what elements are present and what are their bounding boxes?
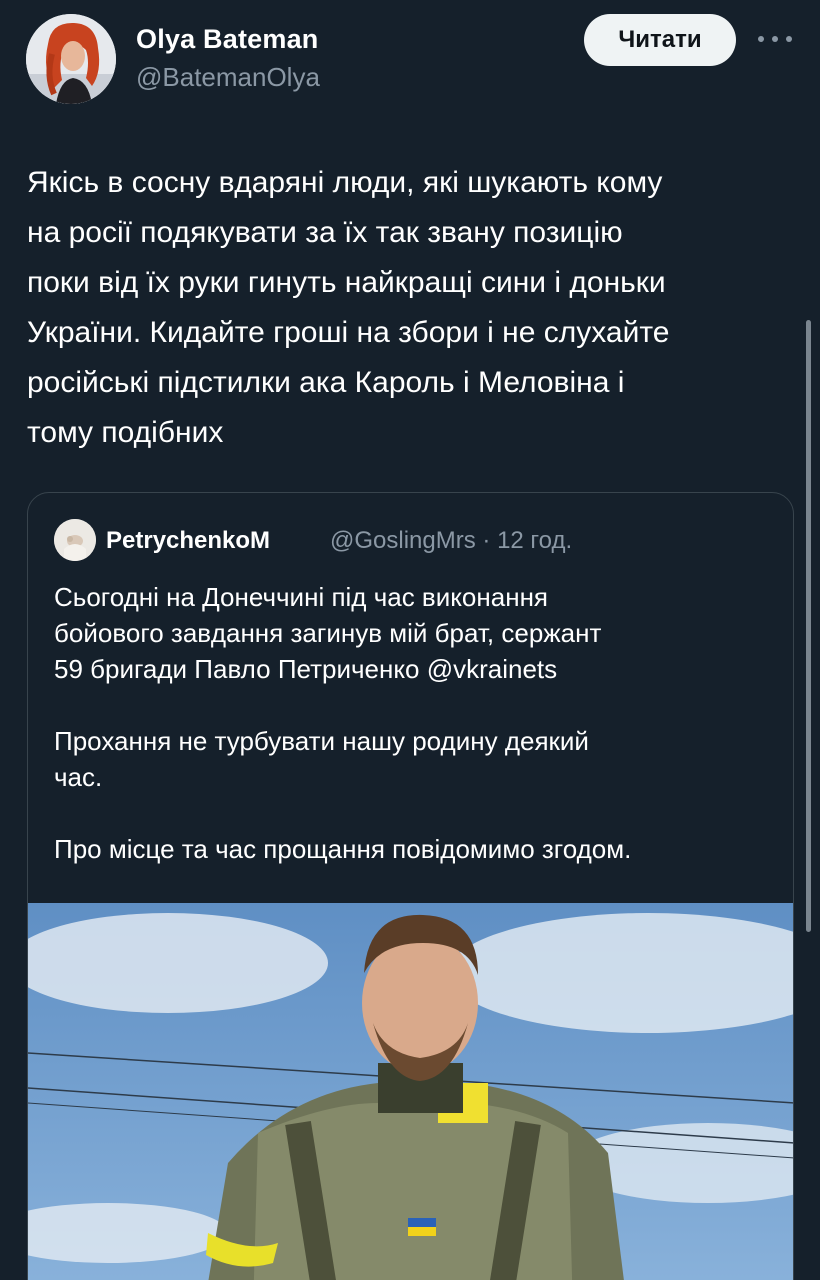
more-horizontal-icon[interactable]: [758, 24, 792, 54]
quoted-author-meta: @GoslingMrs · 12 год.: [330, 527, 572, 555]
author-name[interactable]: Olya Bateman: [136, 24, 318, 55]
quoted-tweet-card[interactable]: PetrychenkoM @GoslingMrs · 12 год. Сього…: [27, 492, 794, 1280]
quoted-tweet-photo[interactable]: [28, 903, 793, 1280]
quoted-author-name: PetrychenkoM: [106, 527, 271, 554]
scrollbar[interactable]: [806, 320, 811, 932]
avatar-photo: [26, 14, 116, 104]
quoted-author-avatar: [54, 519, 96, 561]
follow-button[interactable]: Читати: [584, 14, 736, 66]
quoted-tweet-time: · 12 год.: [482, 527, 573, 554]
soldier-photo: [28, 903, 793, 1280]
quoted-tweet-text: Сьогодні на Донеччині під час виконання …: [54, 582, 632, 864]
tweet-detail: Olya Bateman @BatemanOlya Читати Якісь в…: [0, 0, 820, 1280]
author-avatar[interactable]: [26, 14, 116, 104]
quoted-author-handle: @GoslingMrs: [330, 527, 476, 554]
quoted-avatar-photo: [54, 519, 96, 561]
tweet-text: Якісь в сосну вдаряні люди, які шукають …: [27, 166, 670, 449]
author-handle[interactable]: @BatemanOlya: [136, 62, 320, 93]
